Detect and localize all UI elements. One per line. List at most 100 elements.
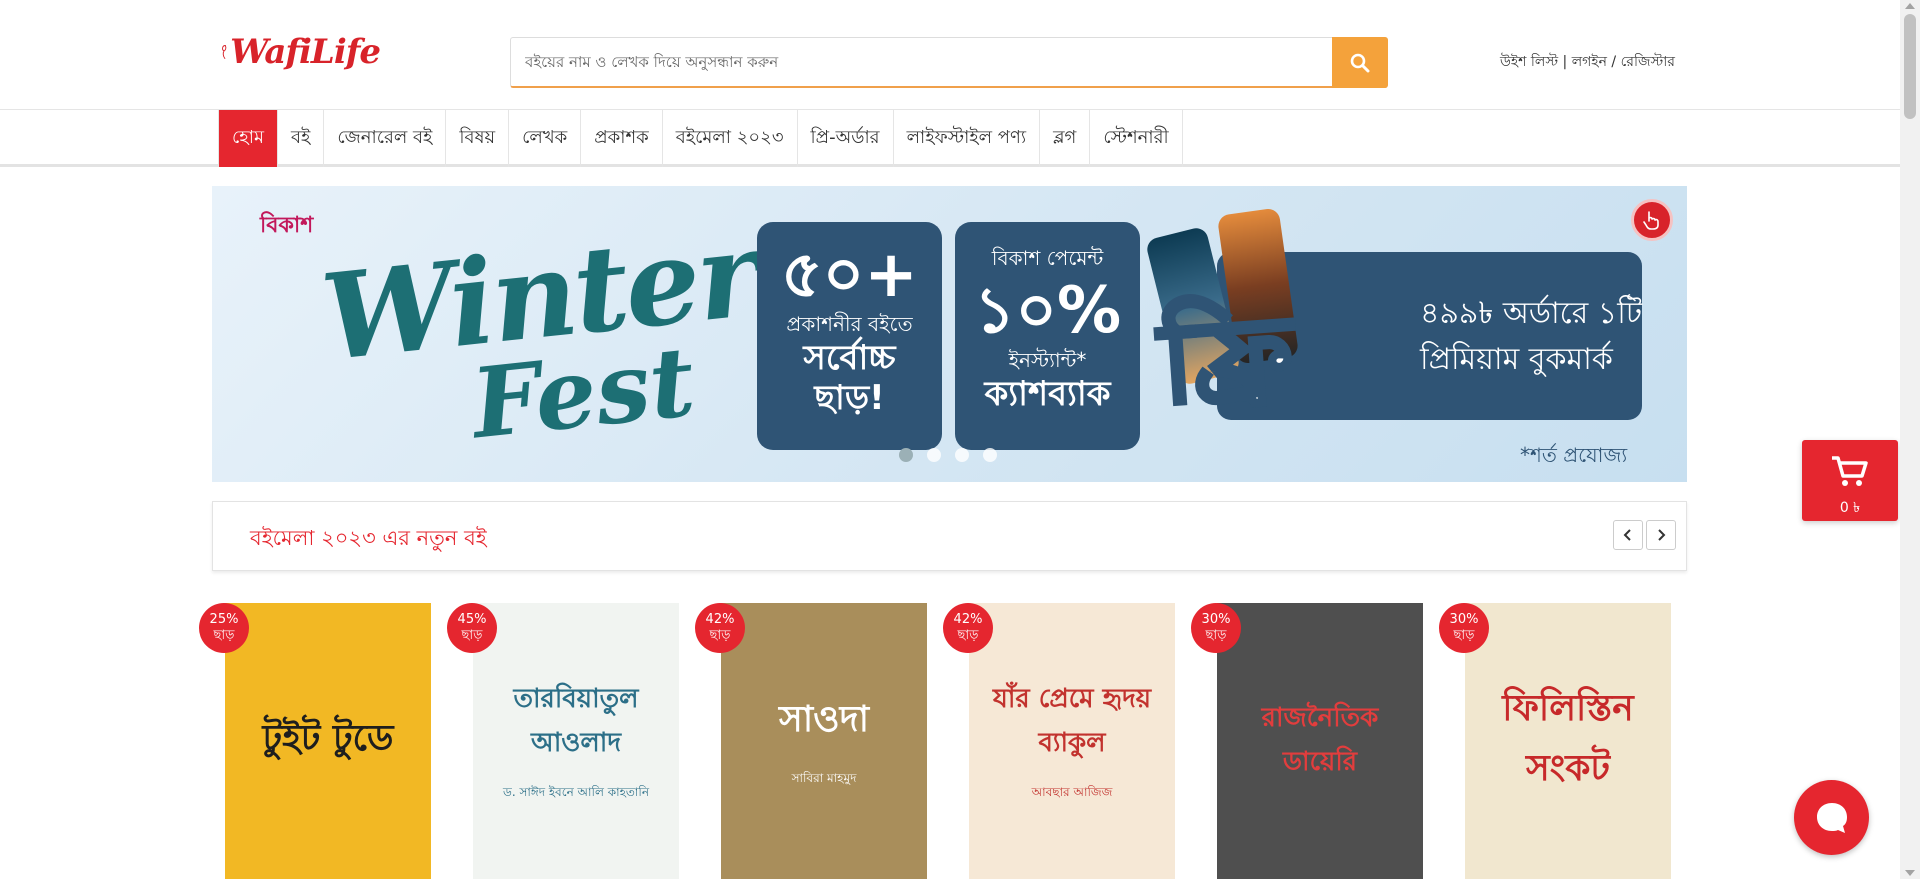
- discount-card: ৫০+ প্রকাশনীর বইতে সর্বোচ্চ ছাড়!: [757, 222, 942, 450]
- header: WafiLife উইশ লিস্ট | লগইন / রেজিস্টার: [0, 0, 1900, 110]
- separator: |: [1562, 54, 1568, 70]
- chevron-left-icon: [1623, 529, 1631, 541]
- discount-badge: 42% ছাড়: [943, 603, 993, 653]
- page-scrollbar[interactable]: [1900, 0, 1920, 879]
- search-button[interactable]: [1332, 37, 1388, 88]
- nav-item[interactable]: প্রি-অর্ডার: [798, 110, 894, 167]
- nav-item[interactable]: স্টেশনারী: [1090, 110, 1183, 167]
- discount-highlight-2: ছাড়!: [814, 378, 885, 418]
- book-card[interactable]: 30% ছাড় রাজনৈতিক ডায়েরি: [1191, 603, 1423, 879]
- login-link[interactable]: লগইন: [1572, 54, 1607, 70]
- nav-item[interactable]: ব্লগ: [1040, 110, 1091, 167]
- logo-text: WafiLife: [230, 32, 381, 72]
- book-cover[interactable]: তারবিয়াতুল আওলাদ ড. সাঈদ ইবনে আলি কাহতান…: [473, 603, 679, 879]
- main-nav: হোম বই জেনারেল বই বিষয় লেখক প্রকাশক বইমেলা ২০…: [0, 109, 1900, 167]
- book-card[interactable]: 45% ছাড় তারবিয়াতুল আওলাদ ড. সাঈদ ইবনে আলি…: [447, 603, 679, 879]
- scroll-thumb[interactable]: [1904, 14, 1916, 119]
- book-title: ফিলিস্তিন সংকট: [1502, 688, 1634, 789]
- book-card[interactable]: 25% ছাড় টুইট টুডে: [199, 603, 431, 879]
- book-card[interactable]: 30% ছাড় ফিলিস্তিন সংকট: [1439, 603, 1671, 879]
- slash-separator: /: [1611, 54, 1617, 70]
- discount-badge: 30% ছাড়: [1439, 603, 1489, 653]
- winter-fest-banner[interactable]: বিকাশ Winter Fest ৫০+ প্রকাশনীর বইতে সর্…: [212, 186, 1687, 482]
- nav-item[interactable]: লাইফস্টাইল পণ্য: [894, 110, 1041, 167]
- slider-dot[interactable]: [927, 448, 941, 462]
- register-link[interactable]: রেজিস্টার: [1621, 54, 1675, 70]
- scroll-up-arrow-icon[interactable]: [1905, 3, 1915, 9]
- cashback-value: ১০%: [973, 274, 1122, 348]
- offer-line-1: ৪৯৯৳ অর্ডারে ১টি: [1420, 296, 1643, 331]
- search-bar: [510, 37, 1388, 88]
- book-author: সাবিরা মাহমুদ: [791, 771, 857, 785]
- book-title: যাঁর প্রেমে হৃদয় ব্যাকুল: [992, 684, 1152, 758]
- discount-percent: 25%: [209, 612, 239, 627]
- discount-badge: 42% ছাড়: [695, 603, 745, 653]
- search-input[interactable]: [511, 38, 1331, 86]
- book-card[interactable]: 42% ছাড় সাওদা সাবিরা মাহমুদ: [695, 603, 927, 879]
- floating-cart[interactable]: 0 ৳: [1802, 440, 1898, 521]
- banner-fest-text: Fest: [466, 324, 700, 461]
- nav-item[interactable]: বিষয়: [446, 110, 510, 167]
- nav-item[interactable]: হোম: [218, 110, 278, 167]
- book-title: টুইট টুডে: [262, 718, 394, 759]
- book-author: ড. সাঈদ ইবনে আলি কাহতানি: [503, 785, 649, 799]
- discount-percent: 42%: [705, 612, 735, 627]
- discount-label: ছাড়: [213, 628, 235, 643]
- bookmark-offer-text: ৪৯৯৳ অর্ডারে ১টি প্রিমিয়াম বুকমার্ক: [1420, 291, 1645, 383]
- book-cover[interactable]: রাজনৈতিক ডায়েরি: [1217, 603, 1423, 879]
- discount-percent: 45%: [457, 612, 487, 627]
- hand-pointer-icon: [1643, 211, 1659, 230]
- hand-pointer-button[interactable]: [1631, 199, 1673, 241]
- nav-item[interactable]: বই: [278, 110, 325, 167]
- book-cover[interactable]: ফিলিস্তিন সংকট: [1465, 603, 1671, 879]
- logo-mark-icon: [222, 45, 227, 59]
- discount-label: ছাড়: [1205, 628, 1227, 643]
- discount-label: ছাড়: [1453, 628, 1475, 643]
- user-links: উইশ লিস্ট | লগইন / রেজিস্টার: [1500, 50, 1675, 74]
- discount-desc: প্রকাশনীর বইতে: [786, 312, 913, 336]
- discount-percent: 30%: [1449, 612, 1479, 627]
- nav-item[interactable]: লেখক: [509, 110, 582, 167]
- nav-list: হোম বই জেনারেল বই বিষয় লেখক প্রকাশক বইমেলা ২০…: [218, 110, 1183, 167]
- cashback-type: ইনস্ট্যান্ট*: [1008, 348, 1087, 372]
- book-card[interactable]: 42% ছাড় যাঁর প্রেমে হৃদয় ব্যাকুল আবছার আজ…: [943, 603, 1175, 879]
- book-author: আবছার আজিজ: [1031, 785, 1113, 799]
- discount-badge: 45% ছাড়: [447, 603, 497, 653]
- discount-percent: 30%: [1201, 612, 1231, 627]
- discount-percent: 42%: [953, 612, 983, 627]
- book-title: তারবিয়াতুল আওলাদ: [513, 684, 639, 758]
- scroll-down-arrow-icon[interactable]: [1905, 870, 1915, 876]
- section-title: বইমেলা ২০২৩ এর নতুন বই: [250, 526, 487, 550]
- book-cover[interactable]: যাঁর প্রেমে হৃদয় ব্যাকুল আবছার আজিজ: [969, 603, 1175, 879]
- wafilife-logo[interactable]: WafiLife: [220, 20, 381, 84]
- next-arrow-button[interactable]: [1646, 520, 1676, 550]
- slider-dots: [899, 448, 997, 462]
- cashback-card: বিকাশ পেমেন্ট ১০% ইনস্ট্যান্ট* ক্যাশব্যা…: [955, 222, 1140, 450]
- chat-button[interactable]: [1794, 780, 1869, 855]
- wishlist-link[interactable]: উইশ লিস্ট: [1500, 54, 1558, 70]
- bkash-logo: বিকাশ: [260, 213, 314, 238]
- new-books-section-header: বইমেলা ২০২৩ এর নতুন বই: [212, 501, 1687, 571]
- search-icon: [1350, 53, 1370, 72]
- slider-dot[interactable]: [899, 448, 913, 462]
- cashback-desc: বিকাশ পেমেন্ট: [991, 246, 1104, 270]
- cart-icon: [1832, 456, 1868, 486]
- cashback-label: ক্যাশব্যাক: [984, 374, 1111, 414]
- nav-item[interactable]: প্রকাশক: [581, 110, 663, 167]
- book-cover[interactable]: সাওদা সাবিরা মাহমুদ: [721, 603, 927, 879]
- discount-label: ছাড়: [461, 628, 483, 643]
- prev-arrow-button[interactable]: [1613, 520, 1643, 550]
- book-title: রাজনৈতিক ডায়েরি: [1261, 703, 1379, 777]
- discount-label: ছাড়: [957, 628, 979, 643]
- nav-item[interactable]: বইমেলা ২০২৩: [663, 110, 798, 167]
- slider-dot[interactable]: [955, 448, 969, 462]
- discount-badge: 30% ছাড়: [1191, 603, 1241, 653]
- free-text: ফ্রি: [1155, 289, 1299, 431]
- chevron-right-icon: [1658, 529, 1666, 541]
- discount-value: ৫০+: [781, 238, 918, 312]
- terms-text: *শর্ত প্রযোজ্য: [1520, 443, 1628, 467]
- nav-item[interactable]: জেনারেল বই: [324, 110, 447, 167]
- slider-dot[interactable]: [983, 448, 997, 462]
- cart-total: 0 ৳: [1839, 500, 1861, 516]
- book-cover[interactable]: টুইট টুডে: [225, 603, 431, 879]
